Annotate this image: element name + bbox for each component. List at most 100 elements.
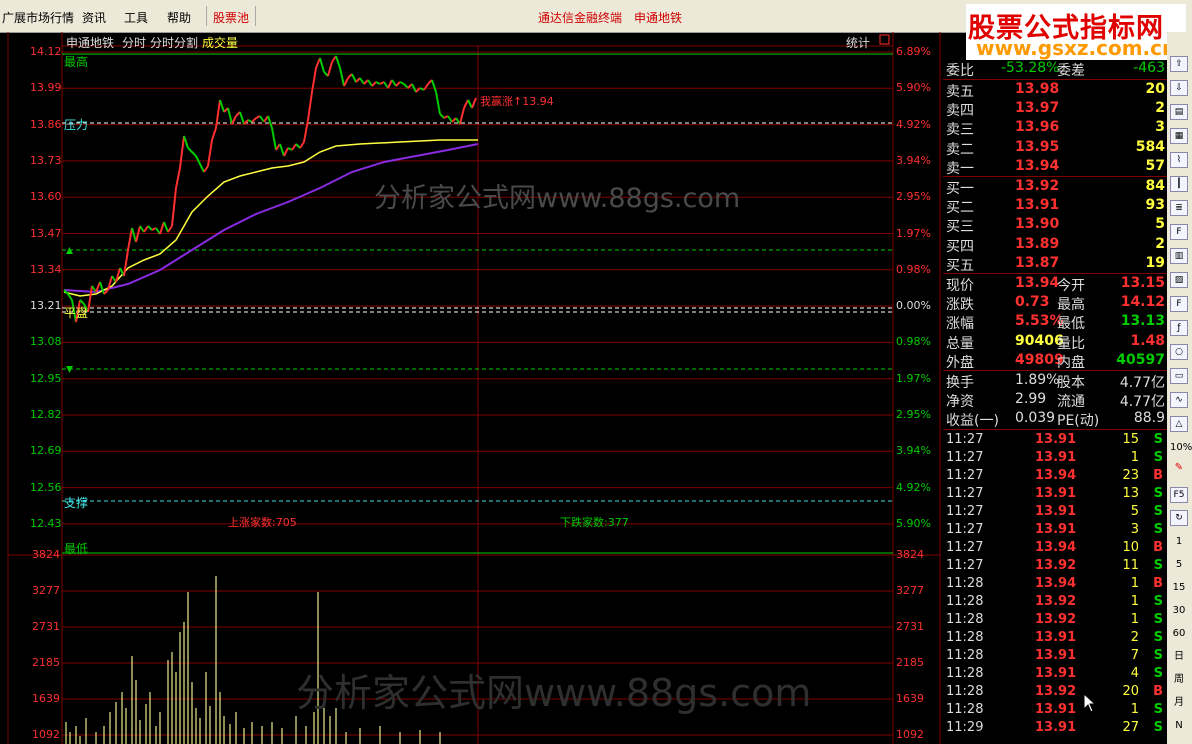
price-segment bbox=[307, 91, 313, 121]
menu-news[interactable]: 资讯 bbox=[82, 9, 106, 26]
trade-price: 13.91 bbox=[1035, 720, 1077, 735]
line-chart-icon[interactable]: ⌇ bbox=[1170, 152, 1188, 168]
doc-icon[interactable]: ▥ bbox=[1170, 248, 1188, 264]
period-1min[interactable]: 1 bbox=[1170, 534, 1188, 550]
price-tick-label: 13.60 bbox=[30, 190, 62, 204]
price-segment bbox=[375, 81, 381, 85]
function-icon[interactable]: ƒ bbox=[1170, 320, 1188, 336]
trade-row: 11:27 13.94 23 B bbox=[943, 467, 1167, 485]
price-segment bbox=[199, 163, 205, 173]
chart-icon[interactable]: ▨ bbox=[1170, 272, 1188, 288]
window-icon[interactable]: ▭ bbox=[1170, 368, 1188, 384]
price-segment bbox=[367, 79, 373, 87]
quote-label: 外盘 bbox=[946, 354, 974, 371]
price-segment bbox=[319, 57, 325, 73]
quote-label: 涨跌 bbox=[946, 297, 974, 314]
price-segment bbox=[279, 143, 285, 157]
price-segment bbox=[191, 151, 197, 157]
quote-label: 净资 bbox=[946, 394, 974, 411]
price-segment bbox=[207, 139, 213, 167]
kline-icon[interactable]: ┃ bbox=[1170, 176, 1188, 192]
period-week[interactable]: 周 bbox=[1170, 672, 1188, 688]
toolbar-10pct[interactable]: 10% bbox=[1170, 440, 1192, 456]
trade-volume: 1 bbox=[1130, 612, 1139, 627]
bid-volume: 93 bbox=[1145, 197, 1165, 214]
circle-icon[interactable]: ○ bbox=[1170, 344, 1188, 360]
trade-price: 13.91 bbox=[1035, 666, 1077, 681]
refresh-icon[interactable]: ↻ bbox=[1170, 510, 1188, 526]
bid-label: 买一 bbox=[946, 181, 974, 197]
trade-row: 11:27 13.94 10 B bbox=[943, 539, 1167, 557]
price-tick-label: 13.99 bbox=[30, 81, 62, 95]
stat-button[interactable]: 统计 bbox=[846, 34, 870, 51]
period-5min[interactable]: 5 bbox=[1170, 557, 1188, 573]
wave-icon[interactable]: ∿ bbox=[1170, 392, 1188, 408]
intraday-chart[interactable] bbox=[0, 32, 943, 744]
mountain-icon[interactable]: △ bbox=[1170, 416, 1188, 432]
up-count: 上涨家数:705 bbox=[228, 516, 297, 529]
ask-label: 卖一 bbox=[946, 160, 974, 177]
fiz-icon[interactable]: F bbox=[1170, 296, 1188, 312]
trade-direction: S bbox=[1153, 648, 1163, 663]
ask-price: 13.97 bbox=[1015, 100, 1060, 117]
bid-label: 买五 bbox=[946, 257, 974, 274]
f10-icon[interactable]: F bbox=[1170, 224, 1188, 240]
period-n[interactable]: N bbox=[1170, 718, 1188, 734]
bid-label: 买三 bbox=[946, 219, 974, 236]
trade-time: 11:27 bbox=[946, 540, 984, 555]
price-segment bbox=[283, 147, 289, 157]
trade-row: 11:27 13.91 3 S bbox=[943, 521, 1167, 539]
trade-price: 13.94 bbox=[1035, 468, 1077, 483]
trade-direction: S bbox=[1153, 720, 1163, 735]
arrow-up-icon[interactable]: ⇧ bbox=[1170, 56, 1188, 72]
chart-expand-icon[interactable] bbox=[879, 34, 890, 45]
tab-volume[interactable]: 成交量 bbox=[202, 34, 238, 51]
tab-intraday-split[interactable]: 分时分割 bbox=[150, 34, 198, 51]
quote-value: 1.48 bbox=[1130, 332, 1165, 349]
menu-stock-pool[interactable]: 股票池 bbox=[213, 9, 249, 26]
arrow-down-icon[interactable]: ⇩ bbox=[1170, 80, 1188, 96]
order-diff-value: -463 bbox=[1133, 60, 1165, 76]
pct-tick-label: 3.94% bbox=[896, 153, 931, 167]
trade-price: 13.91 bbox=[1035, 450, 1077, 465]
bid-row: 买二 13.91 93 bbox=[943, 196, 1167, 216]
price-segment bbox=[179, 135, 185, 169]
trade-time: 11:28 bbox=[946, 666, 984, 681]
price-segment bbox=[123, 249, 129, 277]
price-segment bbox=[327, 61, 333, 77]
price-segment bbox=[335, 55, 341, 69]
menu-tools[interactable]: 工具 bbox=[124, 9, 148, 26]
period-month[interactable]: 月 bbox=[1170, 695, 1188, 711]
pencil-icon[interactable]: ✎ bbox=[1170, 460, 1188, 476]
pct-tick-label: 2.95% bbox=[896, 408, 931, 421]
ask-label: 卖三 bbox=[946, 122, 974, 139]
grid-icon[interactable]: ▦ bbox=[1170, 128, 1188, 144]
period-60min[interactable]: 60 bbox=[1170, 626, 1188, 642]
quote-label: 现价 bbox=[946, 278, 974, 294]
price-tick-label: 12.69 bbox=[30, 444, 62, 458]
bid-volume: 19 bbox=[1145, 254, 1165, 271]
menu-help[interactable]: 帮助 bbox=[167, 9, 191, 26]
terminal-title: 通达信金融终端 bbox=[538, 11, 623, 25]
price-segment bbox=[211, 127, 217, 141]
price-tick-label: 13.21 bbox=[30, 299, 62, 313]
bid-price: 13.91 bbox=[1015, 197, 1060, 214]
mouse-cursor-icon bbox=[1083, 693, 1097, 713]
menu-separator bbox=[255, 6, 256, 26]
period-30min[interactable]: 30 bbox=[1170, 603, 1188, 619]
list-icon[interactable]: ≣ bbox=[1170, 200, 1188, 216]
trade-row: 11:27 13.91 15 S bbox=[943, 431, 1167, 449]
volume-tick-label-right: 3824 bbox=[896, 548, 924, 561]
period-15min[interactable]: 15 bbox=[1170, 580, 1188, 596]
tab-intraday[interactable]: 分时 bbox=[122, 34, 146, 51]
price-segment bbox=[351, 73, 357, 83]
table-icon[interactable]: ▤ bbox=[1170, 104, 1188, 120]
trade-volume: 3 bbox=[1130, 522, 1139, 537]
price-segment bbox=[371, 81, 377, 87]
menu-market[interactable]: 广展市场行情 bbox=[2, 9, 74, 26]
toolbar-f5[interactable]: F5 bbox=[1170, 487, 1188, 503]
price-segment bbox=[287, 147, 293, 151]
trade-volume: 2 bbox=[1130, 630, 1139, 645]
price-segment bbox=[387, 79, 393, 89]
period-day[interactable]: 日 bbox=[1170, 649, 1188, 665]
